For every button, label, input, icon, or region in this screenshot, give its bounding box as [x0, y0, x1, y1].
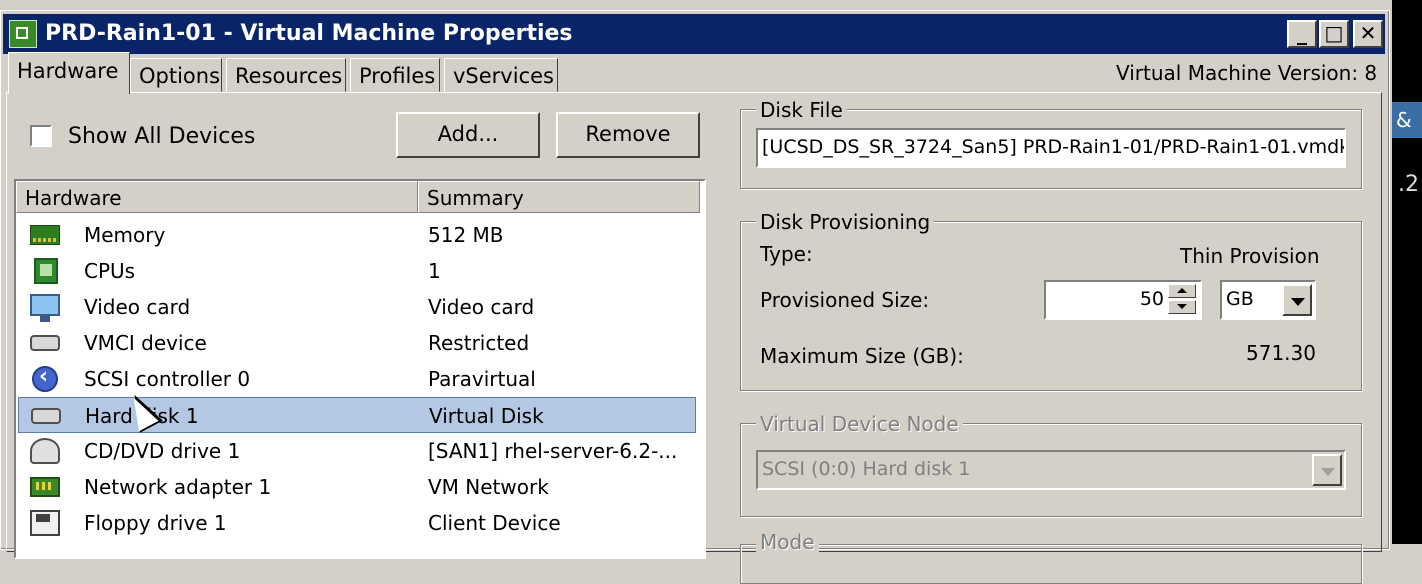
vm-version-label: Virtual Machine Version: 8: [1116, 61, 1378, 85]
cpu-icon: [34, 258, 58, 284]
cd-dvd-icon: [30, 438, 60, 464]
hardware-summary: Paravirtual: [428, 367, 536, 391]
list-item[interactable]: Floppy drive 1 Client Device: [18, 505, 696, 541]
mode-label: Mode: [756, 530, 819, 554]
hardware-name: Network adapter 1: [84, 475, 272, 499]
hardware-summary: [SAN1] rhel-server-6.2-...: [428, 439, 678, 463]
list-item[interactable]: CD/DVD drive 1 [SAN1] rhel-server-6.2-..…: [18, 433, 696, 469]
list-item[interactable]: SCSI controller 0 Paravirtual: [18, 361, 696, 397]
maximum-size-value: 571.30: [1246, 341, 1316, 365]
list-item[interactable]: Network adapter 1 VM Network: [18, 469, 696, 505]
memory-icon: [30, 225, 60, 245]
list-header: Hardware Summary: [16, 181, 704, 213]
tab-hardware[interactable]: Hardware: [8, 52, 130, 94]
background-window-dark: [1392, 0, 1422, 544]
disk-file-label: Disk File: [756, 98, 847, 122]
background-window-text: .2: [1398, 172, 1419, 197]
vm-app-icon: [9, 20, 37, 48]
spinner-down-button[interactable]: [1168, 300, 1196, 314]
scsi-controller-icon: [32, 364, 58, 392]
type-label: Type:: [760, 242, 813, 266]
hardware-name: SCSI controller 0: [84, 367, 251, 391]
window-title: PRD-Rain1-01 - Virtual Machine Propertie…: [45, 21, 573, 46]
title-bar[interactable]: PRD-Rain1-01 - Virtual Machine Propertie…: [3, 14, 1385, 54]
add-button[interactable]: Add...: [396, 112, 540, 158]
list-item[interactable]: VMCI device Restricted: [18, 325, 696, 361]
column-header-hardware[interactable]: Hardware: [16, 181, 418, 213]
virtual-device-node-select[interactable]: SCSI (0:0) Hard disk 1: [756, 450, 1346, 490]
hardware-summary: Client Device: [428, 511, 561, 535]
provisioned-size-label: Provisioned Size:: [760, 288, 930, 312]
tab-profiles[interactable]: Profiles: [350, 58, 440, 92]
device-icon: [30, 335, 60, 351]
hardware-name: Memory: [84, 223, 166, 247]
tab-vservices[interactable]: vServices: [444, 58, 558, 92]
disk-file-field[interactable]: [UCSD_DS_SR_3724_San5] PRD-Rain1-01/PRD-…: [756, 128, 1346, 168]
type-value: Thin Provision: [1180, 244, 1320, 268]
close-button[interactable]: ✕: [1353, 20, 1383, 48]
mode-group: [740, 544, 1362, 584]
list-item[interactable]: CPUs 1: [18, 253, 696, 289]
maximize-button[interactable]: □: [1319, 20, 1349, 48]
spinner-up-button[interactable]: [1168, 284, 1196, 298]
maximum-size-label: Maximum Size (GB):: [760, 344, 964, 368]
remove-button[interactable]: Remove: [556, 112, 700, 158]
disk-provisioning-label: Disk Provisioning: [756, 210, 935, 234]
chevron-down-icon[interactable]: [1282, 284, 1312, 316]
column-header-summary[interactable]: Summary: [418, 181, 700, 213]
list-item-selected[interactable]: Hard disk 1 Virtual Disk: [18, 397, 696, 433]
hardware-name: CPUs: [84, 259, 136, 283]
hardware-summary: Virtual Disk: [429, 404, 544, 428]
list-item[interactable]: Video card Video card: [18, 289, 696, 325]
monitor-icon: [30, 294, 60, 322]
hardware-list[interactable]: Hardware Summary Memory 512 MB CPUs 1 Vi…: [14, 179, 706, 559]
list-item[interactable]: Memory 512 MB: [18, 217, 696, 253]
hardware-name: Floppy drive 1: [84, 511, 227, 535]
hard-disk-icon: [31, 408, 61, 424]
show-all-devices-label[interactable]: Show All Devices: [68, 124, 255, 149]
hardware-name: CD/DVD drive 1: [84, 439, 241, 463]
hardware-summary: Video card: [428, 295, 535, 319]
hardware-name: Video card: [84, 295, 191, 319]
show-all-devices-checkbox[interactable]: [30, 125, 52, 147]
hardware-name: VMCI device: [84, 331, 207, 355]
virtual-device-node-label: Virtual Device Node: [756, 412, 963, 436]
background-window-bar: &: [1392, 102, 1422, 138]
hardware-summary: VM Network: [428, 475, 549, 499]
network-adapter-icon: [30, 477, 60, 497]
floppy-icon: [30, 510, 60, 536]
tab-resources[interactable]: Resources: [226, 58, 346, 92]
hardware-summary: 512 MB: [428, 223, 504, 247]
tab-options[interactable]: Options: [130, 58, 222, 92]
hardware-summary: 1: [428, 259, 441, 283]
chevron-down-icon[interactable]: [1312, 454, 1342, 486]
hardware-summary: Restricted: [428, 331, 530, 355]
minimize-button[interactable]: _: [1287, 20, 1317, 48]
